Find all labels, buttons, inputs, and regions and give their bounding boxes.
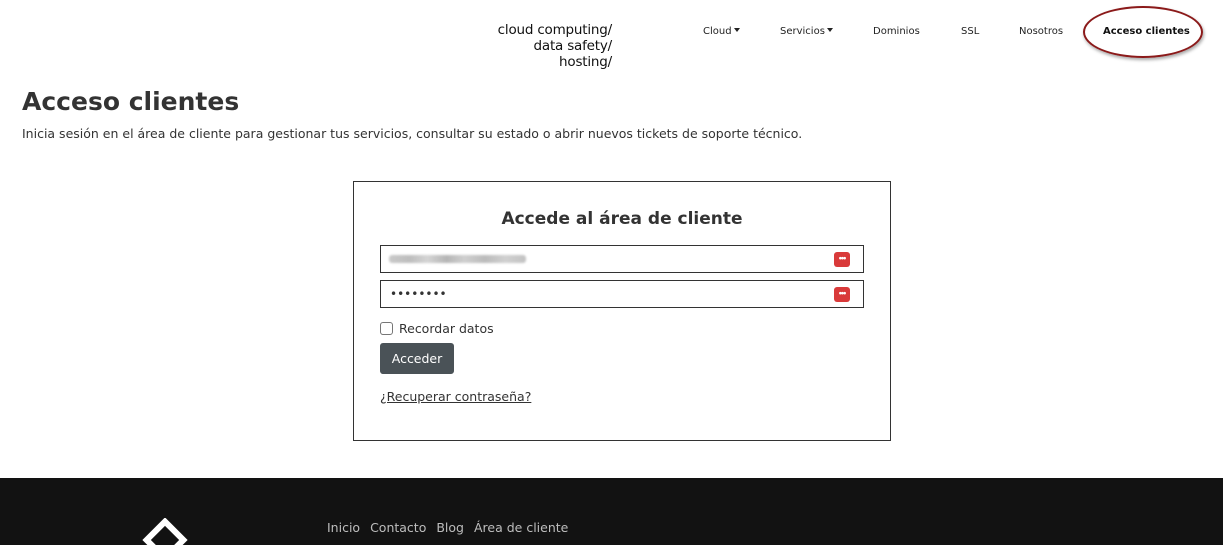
email-field[interactable]: •••: [380, 245, 864, 273]
blurred-email-value: [389, 255, 526, 263]
nav-item-nosotros[interactable]: Nosotros: [1019, 25, 1063, 39]
login-button[interactable]: Acceder: [380, 343, 454, 374]
password-manager-icon[interactable]: •••: [834, 252, 850, 267]
login-card: Accede al área de cliente ••• ••• Record…: [353, 181, 891, 441]
tagline-line-1: cloud computing/: [497, 22, 613, 38]
nav-item-dominios[interactable]: Dominios: [873, 25, 920, 39]
login-title: Accede al área de cliente: [501, 209, 743, 229]
footer-link-blog[interactable]: Blog: [436, 520, 464, 535]
tagline-line-2: data safety/: [533, 38, 613, 54]
caret-down-icon: [733, 28, 740, 32]
nav-item-label: Cloud: [703, 26, 732, 37]
highlight-circle-annotation: [1083, 6, 1203, 58]
password-manager-icon[interactable]: •••: [834, 287, 850, 302]
page-title: Acceso clientes: [22, 87, 240, 116]
footer-links: Inicio Contacto Blog Área de cliente: [327, 520, 568, 535]
remember-checkbox-row[interactable]: Recordar datos: [380, 320, 494, 336]
footer-link-inicio[interactable]: Inicio: [327, 520, 360, 535]
site-tagline[interactable]: cloud computing/ data safety/ hosting/: [470, 22, 613, 70]
recover-password-link[interactable]: ¿Recuperar contraseña?: [380, 389, 531, 404]
footer-link-area-cliente[interactable]: Área de cliente: [474, 520, 568, 535]
nav-item-label: Servicios: [780, 26, 825, 37]
remember-checkbox[interactable]: [380, 321, 393, 335]
logo-diamond-shape: [142, 518, 188, 545]
remember-label: Recordar datos: [399, 320, 494, 336]
nav-item-servicios[interactable]: Servicios: [780, 25, 833, 39]
site-footer: Inicio Contacto Blog Área de cliente: [0, 478, 1223, 545]
nav-item-ssl[interactable]: SSL: [961, 25, 979, 39]
password-input[interactable]: [381, 281, 821, 307]
site-header: cloud computing/ data safety/ hosting/ C…: [0, 0, 1223, 80]
page-description: Inicia sesión en el área de cliente para…: [22, 126, 803, 141]
caret-down-icon: [826, 28, 833, 32]
footer-link-contacto[interactable]: Contacto: [370, 520, 426, 535]
tagline-line-3: hosting/: [559, 54, 612, 70]
nav-item-cloud[interactable]: Cloud: [703, 25, 740, 39]
password-field[interactable]: •••: [380, 280, 864, 308]
diamond-logo-icon[interactable]: [138, 518, 192, 545]
